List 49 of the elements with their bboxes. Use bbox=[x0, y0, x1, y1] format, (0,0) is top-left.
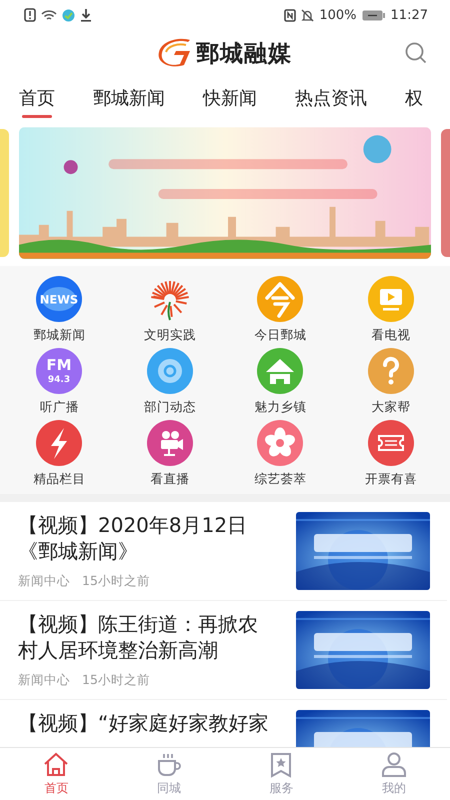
category-tab[interactable]: 首页 bbox=[19, 76, 55, 120]
shortcut-label[interactable]: 文明实践 bbox=[144, 327, 196, 344]
clock: 11:27 bbox=[390, 8, 428, 22]
wifi-icon bbox=[41, 8, 57, 22]
house-icon[interactable] bbox=[257, 348, 304, 394]
blossom-icon[interactable] bbox=[257, 420, 304, 466]
shortcut-label[interactable]: 魅力乡镇 bbox=[254, 399, 306, 416]
mute-icon bbox=[301, 8, 314, 22]
shortcut-label[interactable]: 大家帮 bbox=[371, 399, 410, 416]
disc-icon[interactable] bbox=[146, 348, 193, 394]
shortcut-label[interactable]: 开票有喜 bbox=[364, 471, 417, 488]
bolt-icon[interactable] bbox=[36, 420, 82, 466]
news-time: 15小时之前 bbox=[82, 573, 150, 590]
camera-icon[interactable] bbox=[146, 420, 193, 466]
icon-text: NEWS bbox=[40, 292, 78, 306]
app-logo-text: 鄄城融媒 bbox=[196, 38, 292, 68]
download-icon bbox=[80, 8, 92, 22]
category-tab[interactable]: 快新闻 bbox=[203, 76, 257, 120]
news-title[interactable]: 【视频】“好家庭好家教好家 bbox=[18, 710, 276, 736]
news-source: 新闻中心 bbox=[18, 573, 70, 590]
battery-icon bbox=[362, 10, 386, 20]
shortcut-label[interactable]: 鄄城新闻 bbox=[33, 327, 86, 344]
tv-icon[interactable] bbox=[368, 276, 414, 322]
news-title[interactable]: 【视频】2020年8月12日《鄄城新闻》 bbox=[18, 512, 276, 564]
radio-icon[interactable]: FM 94.3 bbox=[36, 348, 82, 394]
shortcut-label[interactable]: 精品栏目 bbox=[33, 471, 86, 488]
search-icon[interactable] bbox=[404, 41, 428, 65]
icon-text: FM bbox=[46, 356, 72, 374]
notification-icon bbox=[24, 8, 36, 22]
ticket-icon[interactable] bbox=[368, 420, 414, 466]
shortcut-label[interactable]: 今日鄄城 bbox=[254, 327, 306, 344]
category-tab[interactable]: 热点资讯 bbox=[295, 76, 367, 120]
news-source: 新闻中心 bbox=[18, 672, 70, 689]
nfc-icon bbox=[284, 8, 296, 22]
icon-subtext: 94.3 bbox=[48, 375, 70, 385]
home-icon bbox=[42, 751, 70, 778]
shortcut-label[interactable]: 看直播 bbox=[150, 471, 190, 488]
question-icon[interactable] bbox=[368, 348, 414, 394]
person-icon bbox=[380, 751, 408, 778]
news-time: 15小时之前 bbox=[82, 672, 150, 689]
shortcut-label[interactable]: 看电视 bbox=[371, 327, 410, 344]
shortcut-label[interactable]: 综艺荟萃 bbox=[254, 471, 306, 488]
category-tab[interactable]: 权 bbox=[405, 76, 423, 120]
battery-percent: 100% bbox=[319, 8, 357, 22]
news-title[interactable]: 【视频】陈王街道：再掀农村人居环境整治新高潮 bbox=[18, 611, 276, 663]
shortcut-label[interactable]: 部门动态 bbox=[144, 399, 196, 416]
category-tab[interactable]: 鄄城新闻 bbox=[93, 76, 165, 120]
nav-tab[interactable]: 首页 bbox=[0, 748, 112, 800]
shortcut-label[interactable]: 听广播 bbox=[40, 399, 79, 416]
